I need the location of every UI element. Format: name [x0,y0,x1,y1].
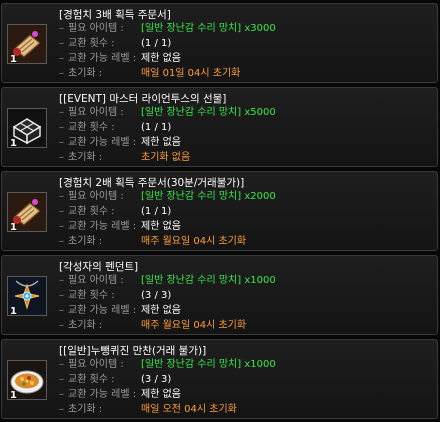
required-item-label: 필요 아이템 : [68,359,124,370]
required-item-row: – 필요 아이템 : [일반 장난감 수리 망치] x1000 [59,275,276,286]
level-limit-value: 제한 없음 [141,53,181,64]
required-item-label: 필요 아이템 : [68,275,124,286]
item-quantity: 1 [10,306,17,317]
reset-row: – 초기화 : 매주 월요일 04시 초기화 [59,320,247,331]
required-item-name: [일반 장난감 수리 망치] [141,191,242,202]
reset-row: – 초기화 : 매주 월요일 04시 초기화 [59,236,247,247]
required-item-name: [일반 장난감 수리 망치] [141,23,242,34]
reset-label: 초기화 : [68,68,103,79]
required-item-name: [일반 장난감 수리 망치] [141,359,242,370]
exchange-entry[interactable]: 1 [경험치 3배 획득 주문서] – 필요 아이템 : [일반 장난감 수리 망치… [1,3,438,83]
exchange-entry[interactable]: 1 [[일반]누뺑퀴진 만찬(거래 불가)] – 필요 아이템 : [일반 장난감 … [1,339,438,419]
required-item-count: x5000 [244,107,276,118]
level-limit-row: – 교환 가능 레벨 : 제한 없음 [59,389,181,400]
required-item-row: – 필요 아이템 : [일반 장난감 수리 망치] x1000 [59,359,276,370]
level-limit-label: 교환 가능 레벨 : [68,389,137,400]
item-slot[interactable]: 1 [7,108,47,149]
exchange-count-label: 교환 횟수 : [68,206,115,217]
reset-label: 초기화 : [68,236,103,247]
exchange-count-label: 교환 횟수 : [68,38,115,49]
level-limit-label: 교환 가능 레벨 : [68,221,137,232]
required-item-count: x1000 [244,359,276,370]
item-title: [경험치 2배 획득 주문서(30분/거래불가)] [59,177,245,189]
exchange-count-value: (1 / 1) [141,206,172,217]
exchange-count-row: – 교환 횟수 : (3 / 3) [59,290,172,301]
level-limit-label: 교환 가능 레벨 : [68,137,137,148]
exchange-count-label: 교환 횟수 : [68,290,115,301]
level-limit-row: – 교환 가능 레벨 : 제한 없음 [59,305,181,316]
level-limit-row: – 교환 가능 레벨 : 제한 없음 [59,221,181,232]
required-item-label: 필요 아이템 : [68,191,124,202]
level-limit-value: 제한 없음 [141,137,181,148]
required-item-count: x3000 [244,23,276,34]
level-limit-row: – 교환 가능 레벨 : 제한 없음 [59,137,181,148]
level-limit-value: 제한 없음 [141,389,181,400]
level-limit-value: 제한 없음 [141,221,181,232]
reset-row: – 초기화 : 매일 01일 04시 초기화 [59,68,241,79]
item-quantity: 1 [10,390,17,401]
reset-value: 매일 오전 04시 초기화 [141,404,237,415]
reset-label: 초기화 : [68,320,103,331]
reset-row: – 초기화 : 초기화 없음 [59,152,191,163]
exchange-count-value: (1 / 1) [141,122,172,133]
exchange-entry[interactable]: 1 [[EVENT] 마스터 라이언투스의 선물] – 필요 아이템 : [일반 장… [1,87,438,167]
item-quantity: 1 [10,222,17,233]
exchange-count-value: (3 / 3) [141,374,172,385]
required-item-row: – 필요 아이템 : [일반 장난감 수리 망치] x2000 [59,191,276,202]
item-slot[interactable]: 1 [7,360,47,401]
required-item-count: x2000 [244,191,276,202]
item-slot[interactable]: 1 [7,276,47,317]
required-item-name: [일반 장난감 수리 망치] [141,107,242,118]
exchange-count-row: – 교환 횟수 : (1 / 1) [59,38,172,49]
reset-value: 매주 월요일 04시 초기화 [141,236,247,247]
required-item-row: – 필요 아이템 : [일반 장난감 수리 망치] x5000 [59,107,276,118]
required-item-count: x1000 [244,275,276,286]
required-item-name: [일반 장난감 수리 망치] [141,275,242,286]
required-item-row: – 필요 아이템 : [일반 장난감 수리 망치] x3000 [59,23,276,34]
reset-value: 매일 01일 04시 초기화 [141,68,241,79]
item-title: [[일반]누뺑퀴진 만찬(거래 불가)] [59,345,207,357]
reset-row: – 초기화 : 매일 오전 04시 초기화 [59,404,237,415]
item-slot[interactable]: 1 [7,192,47,233]
item-quantity: 1 [10,138,17,149]
item-title: [[EVENT] 마스터 라이언투스의 선물] [59,93,227,105]
exchange-count-label: 교환 횟수 : [68,122,115,133]
exchange-count-row: – 교환 횟수 : (3 / 3) [59,374,172,385]
level-limit-row: – 교환 가능 레벨 : 제한 없음 [59,53,181,64]
exchange-count-row: – 교환 횟수 : (1 / 1) [59,122,172,133]
level-limit-label: 교환 가능 레벨 : [68,305,137,316]
item-slot[interactable]: 1 [7,24,47,65]
required-item-label: 필요 아이템 : [68,23,124,34]
exchange-item-list: 1 [경험치 3배 획득 주문서] – 필요 아이템 : [일반 장난감 수리 망치… [0,0,440,422]
exchange-count-value: (1 / 1) [141,38,172,49]
required-item-label: 필요 아이템 : [68,107,124,118]
exchange-count-row: – 교환 횟수 : (1 / 1) [59,206,172,217]
reset-value: 매주 월요일 04시 초기화 [141,320,247,331]
reset-label: 초기화 : [68,404,103,415]
item-quantity: 1 [10,54,17,65]
exchange-entry[interactable]: 1 [경험치 2배 획득 주문서(30분/거래불가)] – 필요 아이템 : [일반… [1,171,438,251]
reset-label: 초기화 : [68,152,103,163]
level-limit-label: 교환 가능 레벨 : [68,53,137,64]
item-title: [각성자의 펜던트] [59,261,139,273]
exchange-count-label: 교환 횟수 : [68,374,115,385]
reset-value: 초기화 없음 [141,152,191,163]
exchange-count-value: (3 / 3) [141,290,172,301]
level-limit-value: 제한 없음 [141,305,181,316]
exchange-entry[interactable]: 1 [각성자의 펜던트] – 필요 아이템 : [일반 장난감 수리 망치] x10… [1,255,438,335]
item-title: [경험치 3배 획득 주문서] [59,9,171,21]
